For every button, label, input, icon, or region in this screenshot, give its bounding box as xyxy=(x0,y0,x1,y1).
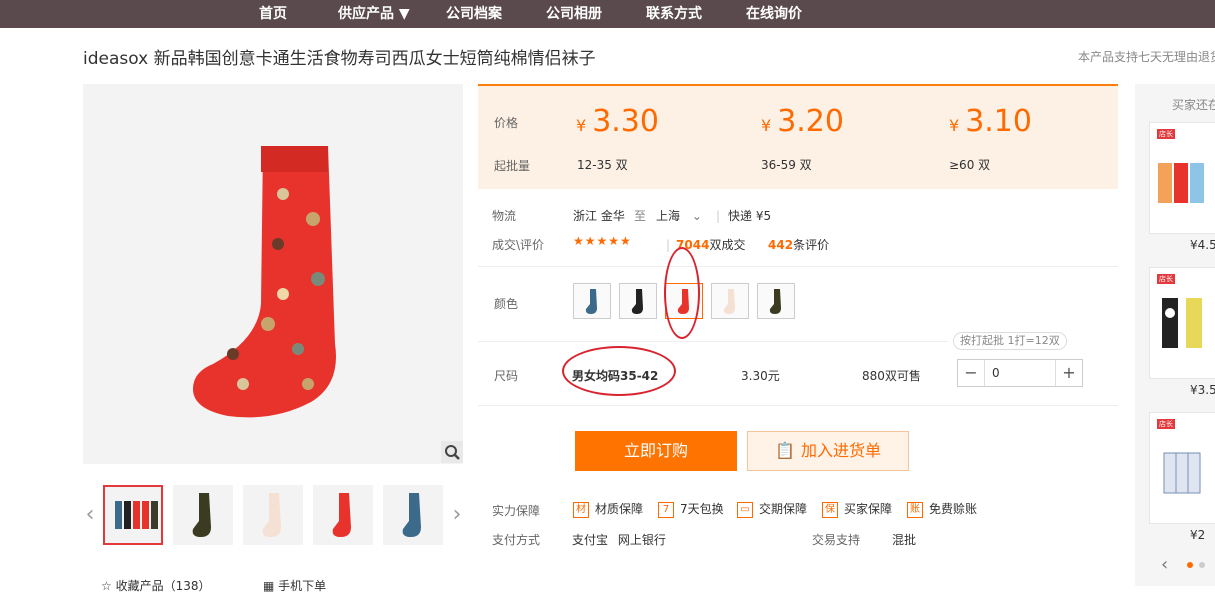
color-swatch-cream[interactable] xyxy=(711,283,749,319)
divider xyxy=(478,341,948,342)
tier-2-price: ¥3.20 xyxy=(761,104,844,139)
shield-icon: 保 xyxy=(822,501,838,518)
nav-company-profile[interactable]: 公司档案 xyxy=(446,0,502,28)
add-to-cart-button[interactable]: 📋 加入进货单 xyxy=(747,431,909,471)
divider xyxy=(478,405,1118,406)
delivery-icon: ▭ xyxy=(737,501,753,518)
ship-to-select[interactable]: 上海 ⌄ xyxy=(656,207,702,224)
payment-methods: 支付宝 网上银行 xyxy=(572,533,666,547)
ship-to-value: 上海 xyxy=(656,209,681,223)
material-icon: 材 xyxy=(573,501,589,518)
add-to-cart-label: 加入进货单 xyxy=(800,441,881,460)
size-stock: 880双可售 xyxy=(862,369,921,383)
nav-company-album[interactable]: 公司相册 xyxy=(546,0,602,28)
main-product-image xyxy=(83,84,463,464)
divider xyxy=(478,266,1118,267)
guarantee-credit[interactable]: 账免费赊账 xyxy=(907,500,977,518)
rail-dot-active[interactable] xyxy=(1187,562,1193,568)
guarantee-delivery[interactable]: ▭ 交期保障 xyxy=(737,500,807,518)
star-outline-icon: ☆ xyxy=(101,579,112,593)
thumbnail-all-colors[interactable] xyxy=(103,485,163,545)
sock-image xyxy=(193,146,336,418)
size-label: 尺码 xyxy=(494,369,519,383)
payment-label: 支付方式 xyxy=(492,533,541,547)
rating-stars: ★★★★★ xyxy=(573,234,632,248)
thumbnail-red[interactable] xyxy=(313,485,373,545)
qty-input[interactable] xyxy=(986,360,1055,386)
rail-price-2: ¥3.5 xyxy=(1190,383,1215,397)
shipping-method: | 快递 ¥5 xyxy=(716,209,772,223)
tier-1-price: ¥3.30 xyxy=(576,104,659,139)
rail-tag-3: 店长 xyxy=(1157,419,1175,429)
mobile-order-link[interactable]: ▦ 手机下单 xyxy=(263,577,326,594)
ship-from: 浙江 金华 xyxy=(573,209,625,223)
price-box: 价格 起批量 ¥3.30 ¥3.20 ¥3.10 12-35 双 36-59 双… xyxy=(478,84,1118,189)
nav-contact[interactable]: 联系方式 xyxy=(646,0,702,28)
return-policy-notice: 本产品支持七天无理由退货 xyxy=(1078,50,1215,64)
color-swatch-blue[interactable] xyxy=(573,283,611,319)
rail-tag-1: 店长 xyxy=(1157,129,1175,139)
nav-home[interactable]: 首页 xyxy=(259,0,287,28)
tier-3-range: ≥60 双 xyxy=(949,158,991,172)
zoom-button[interactable] xyxy=(441,441,463,463)
magnifier-icon xyxy=(445,445,460,460)
rail-tag-2: 店长 xyxy=(1157,274,1175,284)
thumbnail-cream[interactable] xyxy=(243,485,303,545)
batch-tip: 按打起批 1打=12双 xyxy=(953,332,1067,350)
color-label: 颜色 xyxy=(494,297,519,311)
qty-label: 起批量 xyxy=(494,159,531,173)
chevron-down-icon: ⌄ xyxy=(691,209,702,223)
credit-icon: 账 xyxy=(907,501,923,518)
related-heading: 买家还在看 xyxy=(1172,98,1215,112)
rail-prev-button[interactable]: ‹ xyxy=(1161,554,1168,575)
highlight-ring-size xyxy=(562,346,676,396)
tier-3-price: ¥3.10 xyxy=(949,104,1032,139)
deals-label: 成交\评价 xyxy=(492,238,545,252)
logistics-label: 物流 xyxy=(492,209,517,223)
trade-support-label: 交易支持 xyxy=(812,533,861,547)
rail-price-3: ¥2 xyxy=(1190,528,1206,542)
size-unit-price: 3.30元 xyxy=(741,369,780,383)
guarantee-material[interactable]: 材材质保障 xyxy=(573,500,643,518)
nav-inquiry[interactable]: 在线询价 xyxy=(746,0,802,28)
highlight-ring-color xyxy=(664,247,700,339)
tier-2-range: 36-59 双 xyxy=(761,158,812,172)
guarantee-buyer[interactable]: 保买家保障 xyxy=(822,500,892,518)
order-now-button[interactable]: 立即订购 xyxy=(575,431,737,471)
nav-products[interactable]: 供应产品 ▼ xyxy=(338,0,410,28)
clipboard-icon: 📋 xyxy=(775,441,795,460)
thumbnail-next-button[interactable]: › xyxy=(450,500,464,530)
qrcode-icon: ▦ xyxy=(263,579,275,593)
favorite-link[interactable]: ☆ 收藏产品（138） xyxy=(101,577,211,594)
guarantee-exchange[interactable]: 7 7天包换 xyxy=(658,500,724,518)
product-title: ideasox 新品韩国创意卡通生活食物寿司西瓜女士短筒纯棉情侣袜子 xyxy=(83,49,596,69)
top-nav: 首页 供应产品 ▼ 公司档案 公司相册 联系方式 在线询价 xyxy=(0,0,1215,28)
guarantee-label: 实力保障 xyxy=(492,504,541,518)
tier-1-range: 12-35 双 xyxy=(577,158,628,172)
rail-dot[interactable] xyxy=(1199,562,1205,568)
quantity-stepper: − + xyxy=(957,359,1083,387)
color-swatch-black[interactable] xyxy=(619,283,657,319)
review-count[interactable]: 442条评价 xyxy=(768,236,829,253)
qty-minus-button[interactable]: − xyxy=(958,360,985,386)
thumbnail-blue[interactable] xyxy=(383,485,443,545)
qty-plus-button[interactable]: + xyxy=(1055,360,1082,386)
color-swatch-olive[interactable] xyxy=(757,283,795,319)
price-label: 价格 xyxy=(494,116,519,130)
mobile-order-label: 手机下单 xyxy=(278,579,327,593)
seven-day-icon: 7 xyxy=(658,501,674,518)
favorite-label: 收藏产品（138） xyxy=(115,579,211,593)
thumbnail-prev-button[interactable]: ‹ xyxy=(83,500,97,530)
rail-price-1: ¥4.5 xyxy=(1190,238,1215,252)
trade-support-value: 混批 xyxy=(892,533,917,547)
thumbnail-olive[interactable] xyxy=(173,485,233,545)
ship-to-word: 至 xyxy=(634,209,647,223)
